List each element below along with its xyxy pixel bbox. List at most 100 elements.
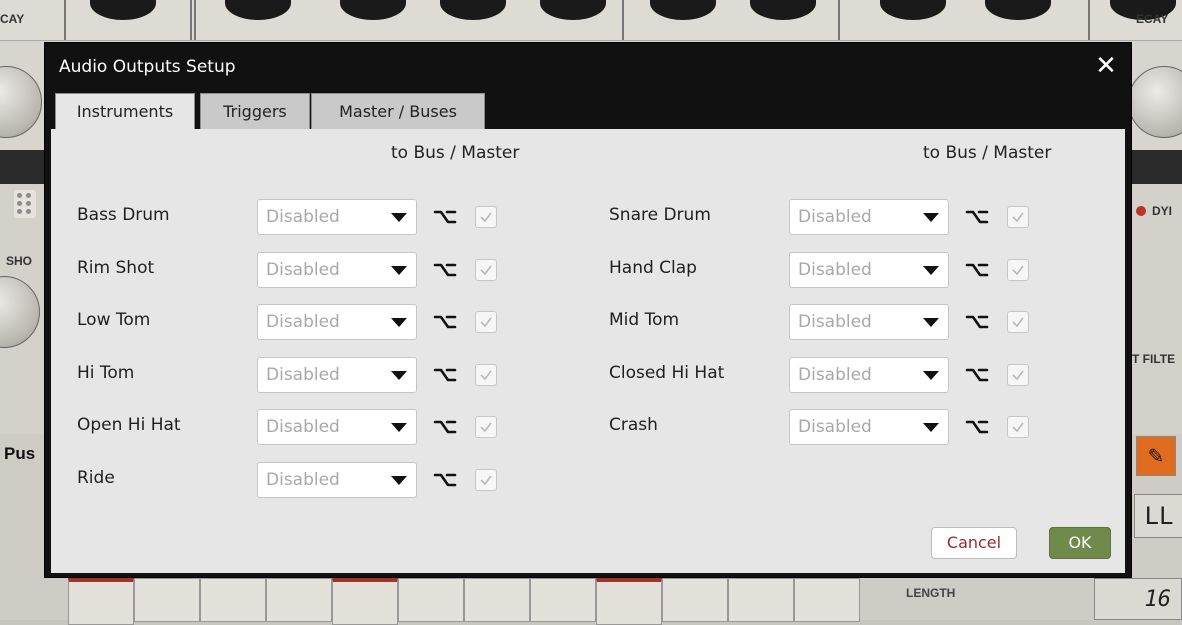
column-header-left: to Bus / Master — [391, 143, 520, 163]
output-select[interactable]: Disabled — [257, 304, 417, 340]
output-select[interactable]: Disabled — [789, 251, 949, 288]
instrument-label: Closed Hi Hat — [609, 362, 725, 383]
stereo-checkbox[interactable] — [475, 363, 497, 386]
checkmark-icon — [1012, 212, 1024, 223]
output-select[interactable]: Disabled — [789, 409, 949, 445]
output-select-value: Disabled — [266, 469, 340, 490]
instrument-label: Open Hi Hat — [77, 415, 181, 435]
close-icon[interactable]: ✕ — [1093, 53, 1119, 79]
checkmark-icon — [1012, 422, 1024, 433]
instrument-label: Hand Clap — [609, 257, 697, 278]
bg-decay-label: CAY — [0, 12, 25, 26]
bg-divider — [838, 0, 840, 40]
instrument-label: Low Tom — [77, 310, 151, 330]
bg-knob — [540, 0, 606, 20]
output-select[interactable]: Disabled — [257, 356, 417, 393]
bg-step-button — [464, 578, 530, 622]
output-select[interactable]: Disabled — [257, 461, 417, 498]
bg-step-button — [266, 578, 332, 622]
checkmark-icon — [480, 265, 492, 275]
bg-knob-row — [0, 0, 1182, 41]
bg-length-display: 16 — [1094, 578, 1182, 620]
bg-knob — [750, 0, 816, 20]
caret-down-icon — [391, 318, 407, 327]
bg-step-button — [728, 578, 794, 622]
bg-step-button — [662, 578, 728, 622]
tab-triggers[interactable]: Triggers — [200, 93, 310, 129]
bg-length-label: LENGTH — [906, 586, 956, 600]
bg-divider — [194, 0, 196, 40]
stereo-checkbox[interactable] — [475, 258, 497, 281]
output-select[interactable]: Disabled — [789, 356, 949, 393]
bg-step-button — [134, 578, 200, 622]
stereo-checkbox[interactable] — [475, 206, 497, 228]
bg-step-button — [398, 578, 464, 622]
checkmark-icon — [1012, 265, 1024, 275]
bg-filter-label: T FILTE — [1132, 352, 1176, 366]
ok-button[interactable]: OK — [1049, 527, 1111, 559]
output-select[interactable]: Disabled — [257, 251, 417, 288]
bg-divider — [622, 0, 624, 40]
caret-down-icon — [923, 318, 939, 327]
bg-push-label: Pus — [4, 444, 36, 463]
bg-lcd-display: LL — [1134, 494, 1182, 538]
mono-switch-icon — [965, 415, 989, 439]
output-select-value: Disabled — [266, 312, 340, 332]
stereo-checkbox[interactable] — [475, 416, 497, 438]
output-select-value: Disabled — [798, 259, 872, 280]
mono-switch-icon — [433, 310, 457, 334]
stereo-checkbox[interactable] — [475, 311, 497, 333]
bg-knob — [225, 0, 291, 20]
checkmark-icon — [1012, 370, 1024, 380]
instrument-label: Bass Drum — [77, 205, 170, 225]
tab-instruments[interactable]: Instruments — [55, 93, 195, 130]
checkmark-icon — [1012, 317, 1024, 328]
instrument-label: Rim Shot — [77, 257, 155, 278]
output-select[interactable]: Disabled — [257, 199, 417, 235]
column-header-right: to Bus / Master — [923, 143, 1052, 163]
mono-switch-icon — [965, 363, 989, 387]
output-select[interactable]: Disabled — [789, 304, 949, 340]
bg-knob — [340, 0, 406, 20]
instruments-panel: to Bus / Master to Bus / Master Bass Dru… — [51, 129, 1125, 573]
tab-master-buses[interactable]: Master / Buses — [311, 93, 485, 129]
bg-knob — [90, 0, 156, 20]
stereo-checkbox[interactable] — [1007, 258, 1029, 281]
output-select-value: Disabled — [798, 364, 872, 385]
checkmark-icon — [480, 370, 492, 380]
output-select-value: Disabled — [266, 364, 340, 385]
cancel-button[interactable]: Cancel — [931, 527, 1017, 559]
instrument-label: Ride — [77, 467, 115, 488]
output-select-value: Disabled — [798, 417, 872, 437]
checkmark-icon — [480, 475, 492, 485]
stereo-checkbox[interactable] — [475, 468, 497, 491]
bg-knob — [880, 0, 946, 20]
mono-switch-icon — [433, 205, 457, 229]
bg-step-button — [200, 578, 266, 622]
bg-rimshot-label: SHO — [6, 254, 33, 268]
output-select[interactable]: Disabled — [257, 409, 417, 445]
output-select-value: Disabled — [798, 312, 872, 332]
caret-down-icon — [391, 265, 407, 275]
caret-down-icon — [391, 370, 407, 380]
bg-step-button — [794, 578, 860, 622]
bg-dyn-label: DYI — [1152, 204, 1173, 218]
stereo-checkbox[interactable] — [1007, 311, 1029, 333]
output-select[interactable]: Disabled — [789, 199, 949, 235]
bg-divider — [190, 0, 192, 40]
dialog-title: Audio Outputs Setup — [59, 57, 236, 77]
checkmark-icon — [480, 317, 492, 328]
stereo-checkbox[interactable] — [1007, 363, 1029, 386]
bg-knob — [985, 0, 1051, 20]
stereo-checkbox[interactable] — [1007, 206, 1029, 228]
bg-step-button — [530, 578, 596, 622]
caret-down-icon — [923, 370, 939, 380]
caret-down-icon — [391, 475, 407, 485]
caret-down-icon — [391, 423, 407, 432]
output-select-value: Disabled — [266, 259, 340, 280]
caret-down-icon — [391, 213, 407, 222]
stereo-checkbox[interactable] — [1007, 416, 1029, 438]
instrument-label: Crash — [609, 415, 658, 435]
pencil-icon: ✎ — [1136, 436, 1176, 476]
mono-switch-icon — [965, 258, 989, 282]
